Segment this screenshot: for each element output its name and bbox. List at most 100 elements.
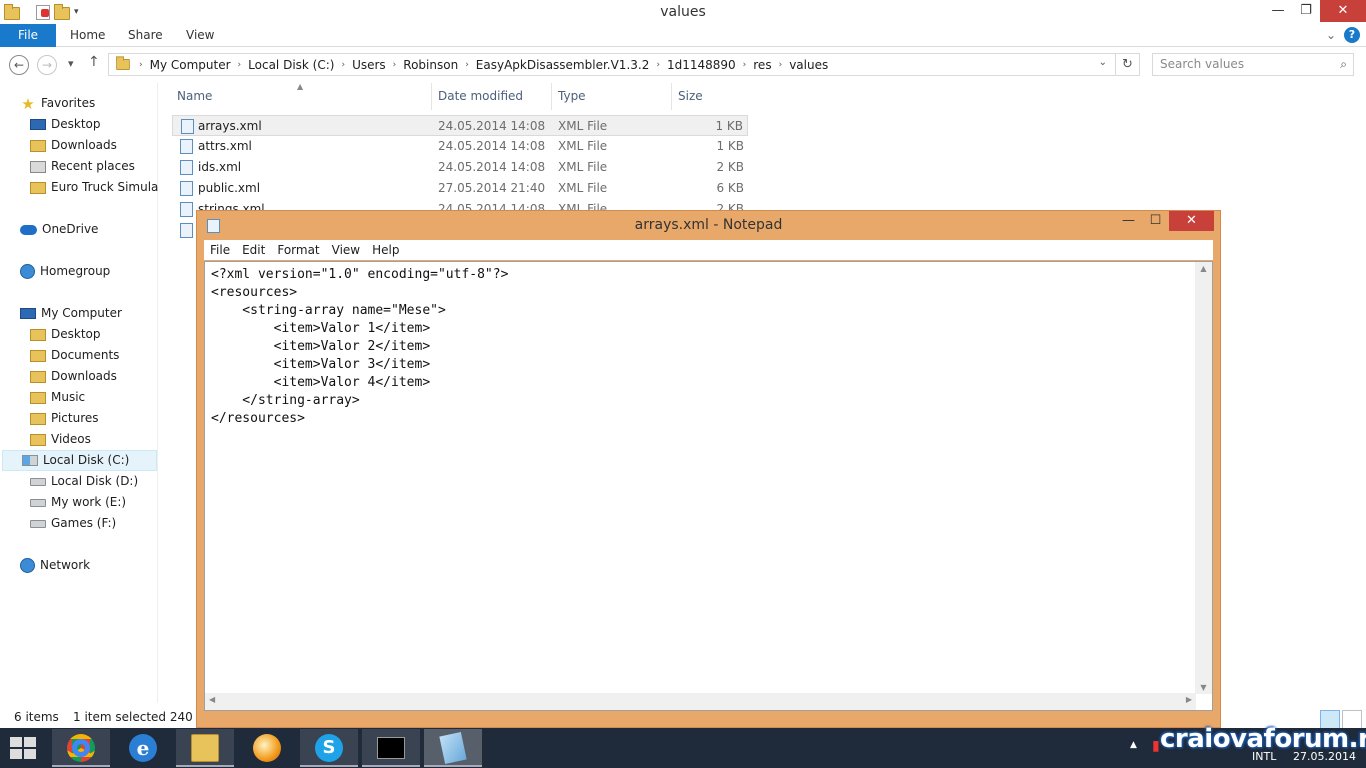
horizontal-scrollbar[interactable]: ◀ ▶ [205, 693, 1196, 710]
file-row[interactable]: public.xml 27.05.2014 21:40 XML File 6 K… [172, 178, 748, 199]
close-button[interactable]: ✕ [1320, 0, 1366, 22]
scroll-down-icon[interactable]: ▼ [1195, 683, 1212, 692]
taskbar-media-player[interactable] [238, 729, 296, 767]
scroll-right-icon[interactable]: ▶ [1186, 695, 1192, 704]
nav-homegroup[interactable]: Homegroup [20, 261, 110, 282]
breadcrumb-users[interactable]: Users [352, 58, 386, 72]
chevron-right-icon[interactable]: › [656, 60, 660, 70]
menu-edit[interactable]: Edit [236, 243, 271, 257]
menu-view[interactable]: View [326, 243, 366, 257]
file-size: 2 KB [716, 160, 744, 174]
nav-pc-local-disk-d[interactable]: Local Disk (D:) [30, 471, 138, 492]
nav-favorites[interactable]: ★ Favorites [20, 93, 95, 114]
vertical-scrollbar[interactable]: ▲ ▼ [1195, 262, 1212, 694]
search-icon[interactable]: ⌕ [1340, 54, 1347, 75]
nav-pc-pictures[interactable]: Pictures [30, 408, 99, 429]
downloads-icon [30, 139, 46, 152]
chevron-right-icon[interactable]: › [341, 60, 345, 70]
notepad-window-controls: — ☐ ✕ [1115, 211, 1214, 231]
nav-network[interactable]: Network [20, 555, 90, 576]
menu-file[interactable]: File [204, 243, 236, 257]
chevron-right-icon[interactable]: › [465, 60, 469, 70]
search-input[interactable]: Search values ⌕ [1152, 53, 1354, 76]
maximize-button[interactable]: ☐ [1142, 211, 1169, 231]
column-header-date[interactable]: Date modified [438, 83, 552, 110]
menu-help[interactable]: Help [366, 243, 405, 257]
tab-share[interactable]: Share [128, 24, 163, 47]
column-header-size[interactable]: Size [678, 83, 752, 110]
show-hidden-icons-icon[interactable]: ▲ [1130, 740, 1137, 750]
breadcrumb-local-disk-c[interactable]: Local Disk (C:) [248, 58, 334, 72]
taskbar-internet-explorer[interactable]: e [114, 729, 172, 767]
chevron-right-icon[interactable]: › [139, 60, 143, 70]
nav-pc-local-disk-c[interactable]: Local Disk (C:) [2, 450, 157, 471]
nav-fav-recent[interactable]: Recent places [30, 156, 135, 177]
chevron-right-icon[interactable]: › [393, 60, 397, 70]
file-row[interactable]: ids.xml 24.05.2014 14:08 XML File 2 KB [172, 157, 748, 178]
minimize-button[interactable]: — [1115, 211, 1142, 231]
nav-pc-games-f[interactable]: Games (F:) [30, 513, 116, 534]
file-type: XML File [558, 119, 608, 133]
windows-logo-icon [24, 737, 36, 747]
minimize-button[interactable]: — [1264, 0, 1292, 22]
back-button[interactable]: ← [9, 55, 29, 75]
nav-my-computer[interactable]: My Computer [20, 303, 122, 324]
nav-pc-my-work-e[interactable]: My work (E:) [30, 492, 126, 513]
menu-format[interactable]: Format [271, 243, 325, 257]
nav-pc-downloads[interactable]: Downloads [30, 366, 117, 387]
breadcrumb-easyapkdisassembler[interactable]: EasyApkDisassembler.V1.3.2 [476, 58, 650, 72]
nav-pc-music[interactable]: Music [30, 387, 85, 408]
taskbar-file-explorer[interactable] [176, 729, 234, 767]
maximize-button[interactable]: ❐ [1292, 0, 1320, 22]
taskbar-skype[interactable]: S [300, 729, 358, 767]
taskbar-chrome[interactable] [52, 729, 110, 767]
recent-locations-icon[interactable]: ▾ [68, 57, 74, 70]
nav-pc-videos[interactable]: Videos [30, 429, 91, 450]
tab-file[interactable]: File [0, 24, 56, 47]
desktop-icon [30, 119, 46, 130]
column-header-name[interactable]: Name [177, 83, 432, 110]
forward-button[interactable]: → [37, 55, 57, 75]
breadcrumb-1d1148890[interactable]: 1d1148890 [667, 58, 736, 72]
nav-fav-downloads[interactable]: Downloads [30, 135, 117, 156]
refresh-icon[interactable]: ↻ [1115, 54, 1139, 75]
scroll-left-icon[interactable]: ◀ [209, 695, 215, 704]
start-button[interactable] [10, 737, 38, 761]
column-header-type[interactable]: Type [558, 83, 672, 110]
file-row[interactable]: attrs.xml 24.05.2014 14:08 XML File 1 KB [172, 136, 748, 157]
chevron-right-icon[interactable]: › [779, 60, 783, 70]
address-bar[interactable]: › My Computer › Local Disk (C:) › Users … [108, 53, 1140, 76]
nav-fav-euro-truck[interactable]: Euro Truck Simulator [30, 177, 158, 198]
chevron-right-icon[interactable]: › [743, 60, 747, 70]
file-type: XML File [558, 139, 608, 153]
file-row[interactable]: arrays.xml 24.05.2014 14:08 XML File 1 K… [172, 115, 748, 136]
taskbar-notepad[interactable] [424, 729, 482, 767]
nav-label: My Computer [41, 306, 122, 320]
tab-home[interactable]: Home [70, 24, 105, 47]
document-text[interactable]: <?xml version="1.0" encoding="utf-8"?> <… [211, 266, 508, 428]
taskbar-cmd[interactable] [362, 729, 420, 767]
up-button[interactable]: ↑ [88, 54, 100, 70]
nav-fav-desktop[interactable]: Desktop [30, 114, 101, 135]
breadcrumb-my-computer[interactable]: My Computer [150, 58, 231, 72]
nav-label: Local Disk (C:) [43, 453, 130, 467]
chevron-right-icon[interactable]: › [238, 60, 242, 70]
close-button[interactable]: ✕ [1169, 211, 1214, 231]
help-icon[interactable]: ? [1344, 27, 1360, 43]
text-editor-area[interactable]: <?xml version="1.0" encoding="utf-8"?> <… [204, 261, 1213, 711]
file-type: XML File [558, 181, 608, 195]
breadcrumb-res[interactable]: res [753, 58, 771, 72]
breadcrumb-robinson[interactable]: Robinson [403, 58, 458, 72]
scroll-up-icon[interactable]: ▲ [1195, 264, 1212, 273]
drive-icon [30, 519, 46, 528]
nav-label: Favorites [41, 96, 96, 110]
nav-pc-desktop[interactable]: Desktop [30, 324, 101, 345]
breadcrumb-values[interactable]: values [789, 58, 828, 72]
tab-view[interactable]: View [186, 24, 214, 47]
expand-ribbon-icon[interactable]: ⌄ [1326, 24, 1336, 46]
network-status-icon[interactable]: ▮ [1152, 738, 1160, 754]
network-icon [20, 558, 35, 573]
address-dropdown-icon[interactable]: ⌄ [1099, 57, 1107, 68]
nav-onedrive[interactable]: OneDrive [20, 219, 98, 240]
nav-pc-documents[interactable]: Documents [30, 345, 119, 366]
